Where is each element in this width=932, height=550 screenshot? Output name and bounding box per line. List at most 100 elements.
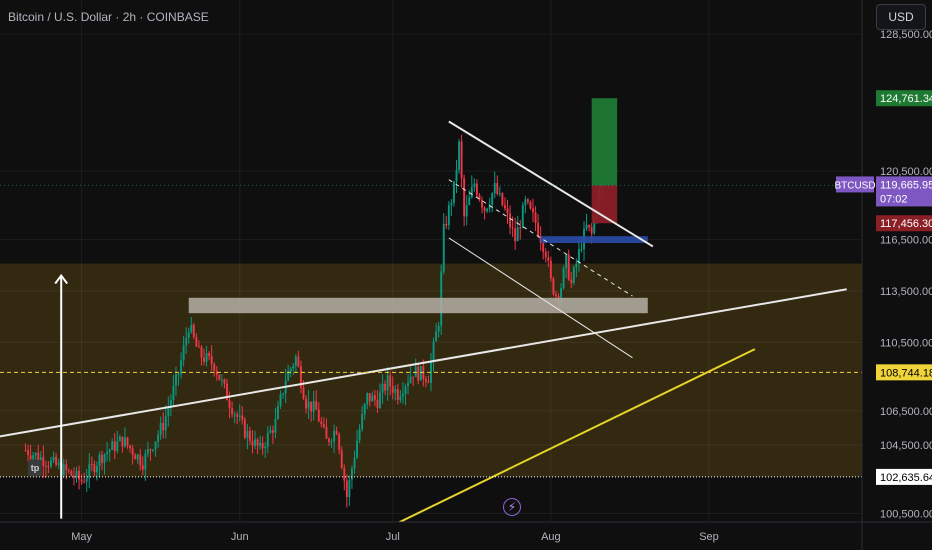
candle-body xyxy=(146,449,149,454)
currency-button[interactable]: USD xyxy=(876,4,926,30)
candle-body xyxy=(493,183,496,194)
candle-body xyxy=(134,455,137,460)
candle-body xyxy=(85,478,88,482)
candle-body xyxy=(567,254,570,280)
candle-body xyxy=(401,393,404,397)
candle-body xyxy=(534,212,537,223)
candle-body xyxy=(248,430,251,442)
candle-body xyxy=(317,409,320,422)
candle-body xyxy=(473,183,476,188)
candle-body xyxy=(47,466,50,468)
candle-body xyxy=(124,437,126,447)
candle-body xyxy=(269,430,272,433)
candle-body xyxy=(458,141,461,170)
candle-body xyxy=(88,464,91,479)
candle-body xyxy=(52,456,55,461)
candle-body xyxy=(373,395,376,400)
candle-body xyxy=(343,468,346,481)
candle-body xyxy=(80,479,83,482)
lightning-icon[interactable]: ⚡ xyxy=(503,498,521,516)
candle-body xyxy=(175,374,177,386)
candle-body xyxy=(460,141,463,179)
candle-body xyxy=(585,224,588,229)
candle-body xyxy=(302,387,305,399)
candle-body xyxy=(465,204,468,217)
candle-body xyxy=(427,381,430,383)
symbol-tag-label: BTCUSD xyxy=(834,180,875,191)
candle-body xyxy=(542,242,545,252)
candle-body xyxy=(282,393,285,395)
candle-body xyxy=(590,227,593,234)
stop-price-label: 117,456.30 xyxy=(880,218,932,230)
candle-body xyxy=(562,268,565,289)
candle-body xyxy=(516,227,519,242)
candle-body xyxy=(162,422,165,431)
candle-body xyxy=(506,208,509,214)
candle-body xyxy=(289,368,292,372)
candle-body xyxy=(455,169,458,182)
candle-body xyxy=(103,454,106,463)
candle-body xyxy=(450,202,453,206)
candle-body xyxy=(223,379,226,384)
candle-body xyxy=(379,392,381,408)
candle-body xyxy=(157,434,160,442)
candle-body xyxy=(555,294,557,296)
candle-body xyxy=(511,227,514,229)
candle-body xyxy=(386,375,389,391)
candle-body xyxy=(73,475,75,478)
candle-body xyxy=(139,454,142,466)
candle-body xyxy=(366,393,369,405)
candle-body xyxy=(496,183,499,194)
candle-body xyxy=(65,464,68,471)
candle-body xyxy=(177,374,180,376)
candle-body xyxy=(396,389,399,400)
candle-body xyxy=(197,346,200,348)
price-chart[interactable]: 128,500.00 120,500.00 116,500.00 113,500.00… xyxy=(0,0,932,550)
time-axis-bg xyxy=(0,522,932,550)
candle-body xyxy=(363,404,366,415)
candle-body xyxy=(537,222,540,236)
candle-body xyxy=(417,366,420,381)
tp-badge[interactable]: tp xyxy=(28,460,42,476)
candle-body xyxy=(24,450,27,452)
candle-body xyxy=(307,401,310,409)
candle-body xyxy=(29,455,32,460)
candle-body xyxy=(218,374,221,380)
candle-body xyxy=(491,193,494,205)
candle-body xyxy=(320,421,323,425)
candle-body xyxy=(468,197,471,205)
candle-body xyxy=(200,347,203,358)
candle-body xyxy=(141,465,144,470)
candle-body xyxy=(185,338,188,346)
candle-body xyxy=(213,364,216,371)
candle-body xyxy=(532,208,534,213)
candle-body xyxy=(361,414,364,430)
candle-body xyxy=(371,395,374,402)
x-tick-label: Jun xyxy=(231,531,249,543)
candle-body xyxy=(159,422,162,435)
candle-body xyxy=(560,288,563,298)
candle-body xyxy=(274,418,277,433)
chart-title: Bitcoin / U.S. Dollar · 2h · COINBASE xyxy=(8,10,209,24)
candle-body xyxy=(297,356,300,367)
support-box xyxy=(188,297,648,314)
y-tick-label: 106,500.00 xyxy=(880,406,932,418)
candle-body xyxy=(98,454,101,467)
candle-body xyxy=(356,440,358,458)
candle-body xyxy=(277,406,279,419)
candle-body xyxy=(384,383,387,391)
candle-body xyxy=(524,199,527,206)
candle-body xyxy=(394,389,397,393)
candle-body xyxy=(335,430,338,435)
candle-body xyxy=(67,470,70,472)
candle-body xyxy=(106,452,109,455)
candle-body xyxy=(358,429,361,441)
candle-body xyxy=(34,452,37,456)
candle-body xyxy=(447,205,450,226)
candle-body xyxy=(210,356,213,365)
candle-body xyxy=(108,449,111,453)
candle-body xyxy=(549,260,552,279)
candle-body xyxy=(498,193,501,195)
candle-body xyxy=(509,213,512,228)
candle-body xyxy=(312,400,315,412)
